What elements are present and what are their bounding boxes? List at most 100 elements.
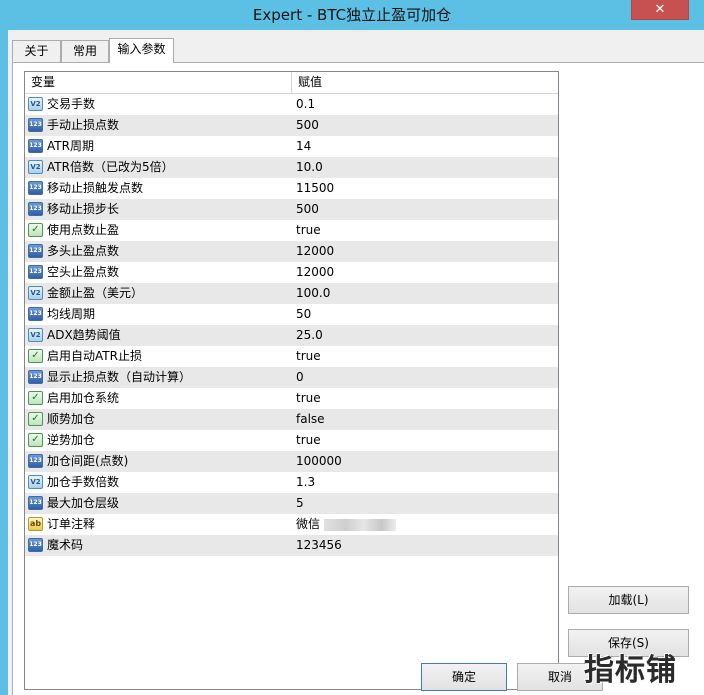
parameter-value-cell[interactable]: 25.0 [292,325,558,346]
parameter-value-cell[interactable]: 123456 [292,535,558,556]
parameter-value: 500 [296,118,319,132]
tab-inputs[interactable]: 输入参数 [109,38,174,63]
column-header-variable[interactable]: 变量 [25,72,292,93]
parameter-value-cell[interactable]: true [292,346,558,367]
parameter-value-cell[interactable]: 12000 [292,241,558,262]
parameter-name: 显示止损点数（自动计算） [47,370,192,384]
parameter-name-cell[interactable]: ✓ 逆势加仓 [25,430,292,451]
parameter-value-cell[interactable]: 100.0 [292,283,558,304]
parameter-value: 0 [296,370,304,384]
parameter-row[interactable]: V2 金额止盈（美元） 100.0 [25,283,558,304]
parameter-row[interactable]: 123 加仓间距(点数) 100000 [25,451,558,472]
parameter-value-cell[interactable]: 0 [292,367,558,388]
parameter-value-cell[interactable]: 14 [292,136,558,157]
parameter-value-cell[interactable]: 50 [292,304,558,325]
parameter-name-cell[interactable]: 123 移动止损触发点数 [25,178,292,199]
parameter-row[interactable]: ✓ 启用加仓系统 true [25,388,558,409]
parameter-name-cell[interactable]: 123 最大加仓层级 [25,493,292,514]
tab-about[interactable]: 关于 [12,40,61,62]
parameter-name: 魔术码 [47,538,84,552]
parameter-value-cell[interactable]: 微信 [292,514,558,535]
parameter-name-cell[interactable]: 123 魔术码 [25,535,292,556]
parameter-row[interactable]: ✓ 使用点数止盈 true [25,220,558,241]
parameter-value: true [296,433,321,447]
parameter-name-cell[interactable]: 123 显示止损点数（自动计算） [25,367,292,388]
parameter-value-cell[interactable]: 0.1 [292,94,558,115]
parameter-name-cell[interactable]: 123 移动止损步长 [25,199,292,220]
dialog-body: 关于 常用 输入参数 变量 赋值 V2 交易手数 0.1 123 手动止损点数 500 12… [8,30,704,695]
parameter-value-cell[interactable]: 500 [292,115,558,136]
parameter-name-cell[interactable]: ab 订单注释 [25,514,292,535]
integer-type-icon: 123 [28,538,43,552]
parameter-name: 移动止损触发点数 [47,181,144,195]
parameter-name: 启用加仓系统 [47,391,120,405]
parameter-value: 50 [296,307,312,321]
parameter-value-cell[interactable]: 1.3 [292,472,558,493]
parameter-row[interactable]: 123 均线周期 50 [25,304,558,325]
integer-type-icon: 123 [28,454,43,468]
load-button[interactable]: 加载(L) [568,586,689,614]
parameter-value: 10.0 [296,160,323,174]
parameter-row[interactable]: 123 空头止盈点数 12000 [25,262,558,283]
parameter-value-cell[interactable]: 100000 [292,451,558,472]
parameter-name-cell[interactable]: 123 均线周期 [25,304,292,325]
double-type-icon: V2 [28,475,43,489]
parameter-row[interactable]: 123 ATR周期 14 [25,136,558,157]
parameter-name: 多头止盈点数 [47,244,120,258]
close-button[interactable]: ✕ [631,0,689,20]
parameter-name-cell[interactable]: V2 加仓手数倍数 [25,472,292,493]
parameter-row[interactable]: V2 ATR倍数（已改为5倍） 10.0 [25,157,558,178]
double-type-icon: V2 [28,328,43,342]
parameter-value-cell[interactable]: 11500 [292,178,558,199]
parameter-name-cell[interactable]: V2 ATR倍数（已改为5倍） [25,157,292,178]
parameter-value-cell[interactable]: true [292,430,558,451]
parameter-name-cell[interactable]: V2 金额止盈（美元） [25,283,292,304]
integer-type-icon: 123 [28,244,43,258]
parameter-name: 均线周期 [47,307,96,321]
parameter-name-cell[interactable]: ✓ 启用加仓系统 [25,388,292,409]
parameter-name-cell[interactable]: ✓ 使用点数止盈 [25,220,292,241]
parameter-row[interactable]: ✓ 启用自动ATR止损 true [25,346,558,367]
parameter-row[interactable]: ✓ 顺势加仓 false [25,409,558,430]
parameter-value: 微信 [296,517,321,531]
parameter-value-cell[interactable]: 10.0 [292,157,558,178]
parameter-value-cell[interactable]: true [292,388,558,409]
parameter-row[interactable]: ab 订单注释 微信 [25,514,558,535]
parameter-name-cell[interactable]: V2 交易手数 [25,94,292,115]
parameter-row[interactable]: 123 显示止损点数（自动计算） 0 [25,367,558,388]
integer-type-icon: 123 [28,496,43,510]
parameter-row[interactable]: 123 手动止损点数 500 [25,115,558,136]
parameter-name-cell[interactable]: 123 手动止损点数 [25,115,292,136]
parameter-value: 12000 [296,265,335,279]
parameter-name-cell[interactable]: 123 多头止盈点数 [25,241,292,262]
parameter-name-cell[interactable]: V2 ADX趋势阈值 [25,325,292,346]
ok-button[interactable]: 确定 [421,663,507,691]
parameter-row[interactable]: V2 交易手数 0.1 [25,94,558,115]
parameter-name-cell[interactable]: 123 空头止盈点数 [25,262,292,283]
parameter-row[interactable]: V2 ADX趋势阈值 25.0 [25,325,558,346]
column-header-value[interactable]: 赋值 [292,72,558,93]
parameter-row[interactable]: V2 加仓手数倍数 1.3 [25,472,558,493]
parameter-name: 手动止损点数 [47,118,120,132]
parameter-value: 100000 [296,454,342,468]
parameter-row[interactable]: 123 移动止损步长 500 [25,199,558,220]
parameter-value-cell[interactable]: 5 [292,493,558,514]
parameter-row[interactable]: 123 最大加仓层级 5 [25,493,558,514]
parameter-row[interactable]: 123 移动止损触发点数 11500 [25,178,558,199]
parameter-name-cell[interactable]: ✓ 顺势加仓 [25,409,292,430]
tab-common[interactable]: 常用 [61,40,109,62]
parameter-value-cell[interactable]: true [292,220,558,241]
parameter-value: 11500 [296,181,335,195]
parameter-name-cell[interactable]: 123 ATR周期 [25,136,292,157]
parameter-row[interactable]: 123 多头止盈点数 12000 [25,241,558,262]
parameter-name-cell[interactable]: ✓ 启用自动ATR止损 [25,346,292,367]
parameter-value-cell[interactable]: 500 [292,199,558,220]
parameter-row[interactable]: ✓ 逆势加仓 true [25,430,558,451]
parameter-row[interactable]: 123 魔术码 123456 [25,535,558,556]
parameter-name: 使用点数止盈 [47,223,120,237]
parameters-grid[interactable]: 变量 赋值 V2 交易手数 0.1 123 手动止损点数 500 123 ATR周期 14 V2 A… [24,71,559,690]
parameter-name-cell[interactable]: 123 加仓间距(点数) [25,451,292,472]
parameter-value-cell[interactable]: false [292,409,558,430]
parameter-name: 金额止盈（美元） [47,286,144,300]
parameter-value-cell[interactable]: 12000 [292,262,558,283]
